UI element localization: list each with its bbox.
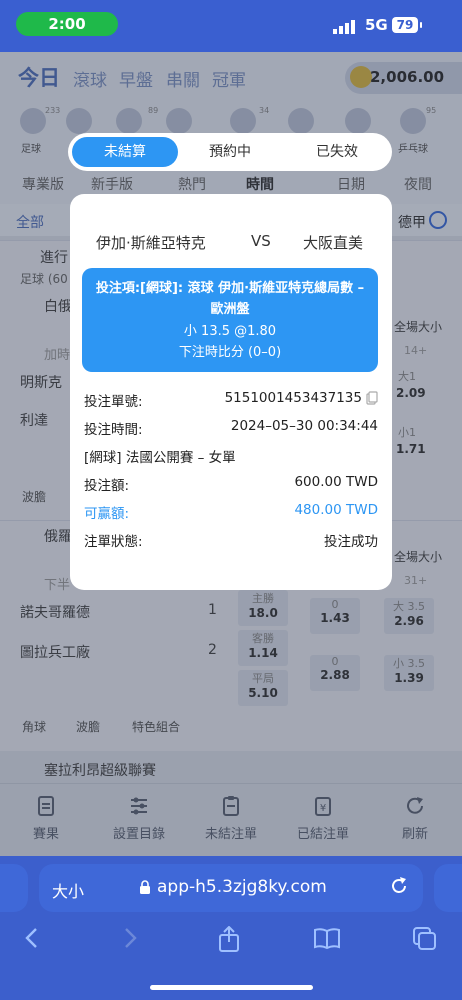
lock-icon <box>139 879 151 899</box>
signal-icon <box>333 19 357 38</box>
stake-value: 600.00 TWD <box>294 474 378 490</box>
tab-unsettled-bets[interactable]: 未結算 <box>72 137 178 167</box>
next-tab-preview[interactable] <box>434 864 462 912</box>
ticket-no-label: 投注單號: <box>84 394 143 410</box>
bet-selection: 投注項:[網球]: 滾球 伊加·斯維亚特克總局數 – 歐洲盤 <box>95 281 365 317</box>
forward-icon[interactable] <box>120 926 140 954</box>
home-indicator <box>150 985 313 990</box>
battery-icon: 79 <box>392 17 418 33</box>
competition-label: [網球] 法國公開賽 – 女單 <box>84 450 236 466</box>
share-icon[interactable] <box>217 925 241 956</box>
bet-score: 下注時比分 (0–0) <box>178 345 282 360</box>
text-size-button[interactable]: 大小 <box>52 878 84 902</box>
ticket-no-value: 5151001453437135 <box>224 390 362 406</box>
tabs-icon[interactable] <box>412 926 438 956</box>
back-icon[interactable] <box>22 926 42 954</box>
bet-odds: 小 13.5 @1.80 <box>183 324 277 339</box>
win-amount-label: 可贏額: <box>84 506 130 522</box>
battery-tip <box>420 22 422 28</box>
home-team: 伊加·斯維亞特克 <box>96 234 206 252</box>
bet-time-label: 投注時間: <box>84 422 143 438</box>
stake-label: 投注額: <box>84 478 130 494</box>
network-label: 5G <box>365 16 388 34</box>
url-text[interactable]: app-h5.3zjg8ky.com <box>157 877 327 897</box>
vs-label: VS <box>251 232 271 250</box>
bet-time-value: 2024–05–30 00:34:44 <box>230 418 378 434</box>
away-team: 大阪直美 <box>303 234 364 252</box>
prev-tab-preview[interactable] <box>0 864 28 912</box>
win-amount-value: 480.00 TWD <box>294 502 378 518</box>
tab-expired[interactable]: 已失效 <box>284 137 390 167</box>
status-time: 2:00 <box>16 12 118 36</box>
status-value: 投注成功 <box>324 534 378 550</box>
copy-icon[interactable] <box>366 390 378 409</box>
tab-reserved[interactable]: 預約中 <box>177 137 283 167</box>
bookmarks-icon[interactable] <box>313 926 341 954</box>
reload-icon[interactable] <box>389 876 409 900</box>
status-label: 注單狀態: <box>84 534 143 550</box>
